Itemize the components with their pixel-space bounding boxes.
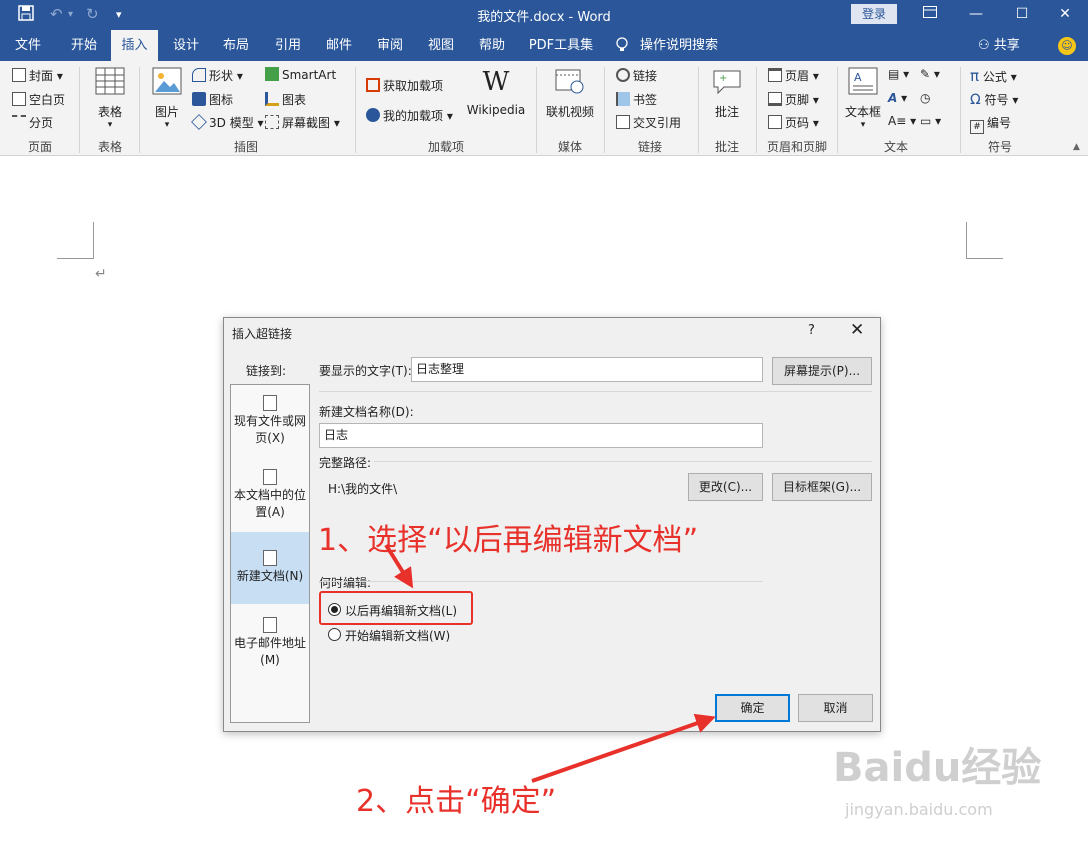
annotation-arrows xyxy=(384,543,716,783)
watermark-url: jingyan.baidu.com xyxy=(845,800,993,819)
watermark-brand: Baidu经验 xyxy=(833,745,1042,791)
arrow-to-ok xyxy=(531,713,716,783)
arrow-to-radio xyxy=(384,543,414,589)
